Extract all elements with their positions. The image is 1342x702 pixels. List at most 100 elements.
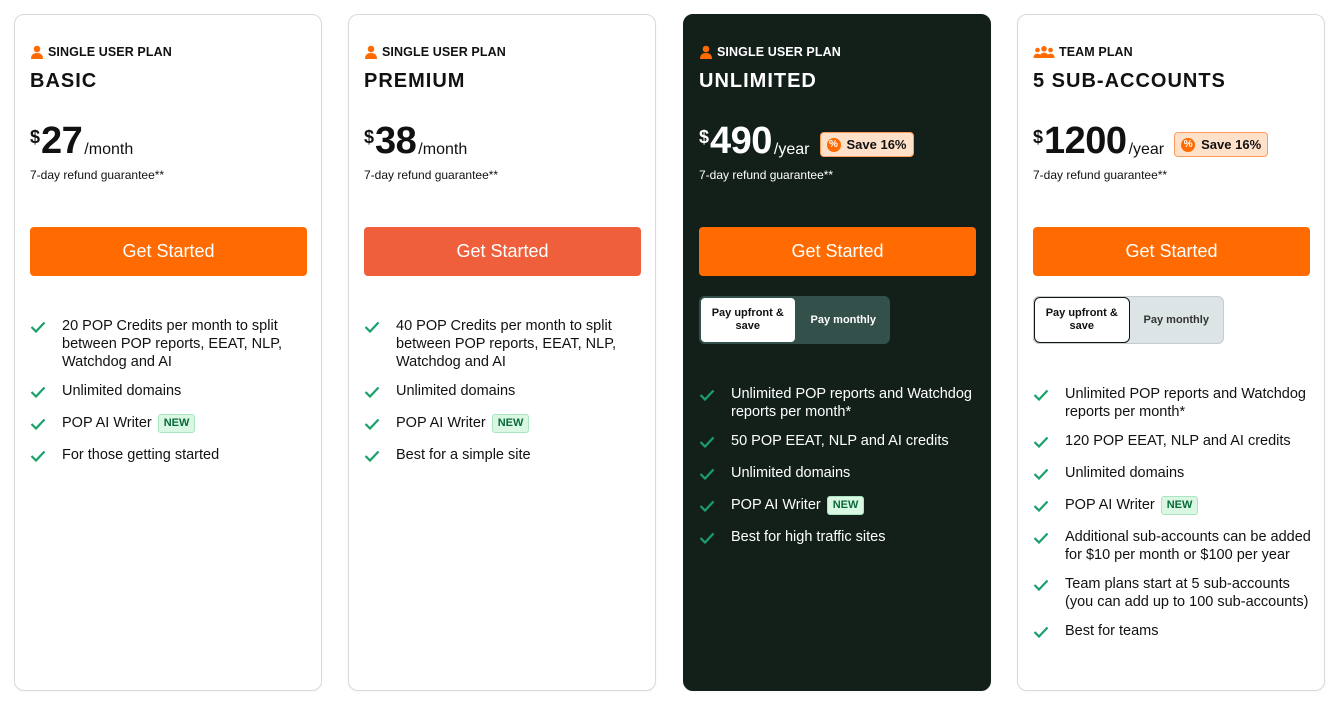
feature-text: Unlimited domains [1065, 465, 1185, 481]
feature-text: Additional sub-accounts can be added for… [1065, 529, 1311, 563]
feature-text: Unlimited POP reports and Watchdog repor… [1065, 386, 1306, 420]
price-period: /month [418, 141, 468, 158]
new-badge: NEW [1160, 496, 1199, 515]
new-badge: NEW [157, 414, 196, 433]
feature-list: Unlimited POP reports and Watchdog repor… [699, 385, 984, 560]
refund-note: 7-day refund guarantee** [699, 168, 834, 182]
get-started-button[interactable]: Get Started [364, 227, 641, 276]
user-icon [700, 45, 712, 59]
feature-text: POP AI Writer [1065, 497, 1155, 513]
plan-type: SINGLE USER PLAN [364, 45, 506, 59]
price-amount: 490 [710, 120, 772, 162]
price-period: /year [1128, 141, 1165, 158]
user-icon [365, 45, 377, 59]
check-icon [364, 385, 380, 403]
feature-list: 20 POP Credits per month to split betwee… [30, 317, 315, 478]
check-icon [699, 467, 715, 485]
feature-list: 40 POP Credits per month to split betwee… [364, 317, 649, 478]
feature-text: Best for teams [1065, 623, 1159, 639]
pay-upfront-option[interactable]: Pay upfront & save [1034, 297, 1130, 343]
feature-item: POP AI Writer NEW [30, 414, 315, 435]
plan-type: TEAM PLAN [1033, 45, 1133, 59]
feature-text: Best for a simple site [396, 447, 531, 463]
feature-text: POP AI Writer [731, 497, 821, 513]
feature-item: POP AI Writer NEW [699, 496, 984, 517]
feature-item: 120 POP EEAT, NLP and AI credits [1033, 432, 1318, 453]
price-amount: 1200 [1044, 120, 1127, 162]
price-period: /year [773, 141, 810, 158]
feature-item: 50 POP EEAT, NLP and AI credits [699, 432, 984, 453]
price: $ 1200 /year % Save 16% [1033, 119, 1269, 163]
plan-name: UNLIMITED [699, 70, 817, 92]
feature-item: POP AI Writer NEW [364, 414, 649, 435]
plan-name: PREMIUM [364, 70, 466, 92]
feature-text: Unlimited domains [62, 383, 182, 399]
percent-icon: % [1181, 137, 1196, 152]
get-started-button[interactable]: Get Started [699, 227, 976, 276]
feature-text: Unlimited POP reports and Watchdog repor… [731, 386, 972, 420]
feature-text: 20 POP Credits per month to split betwee… [62, 318, 283, 370]
price-currency: $ [364, 127, 375, 147]
get-started-button[interactable]: Get Started [30, 227, 307, 276]
feature-text: 120 POP EEAT, NLP and AI credits [1065, 433, 1291, 449]
feature-item: Unlimited domains [364, 382, 649, 403]
pay-upfront-option[interactable]: Pay upfront & save [699, 296, 797, 344]
feature-text: Team plans start at 5 sub-accounts (you … [1065, 576, 1309, 610]
check-icon [1033, 467, 1049, 485]
new-badge: NEW [491, 414, 530, 433]
check-icon [30, 385, 46, 403]
feature-item: Team plans start at 5 sub-accounts (you … [1033, 575, 1318, 611]
plan-type-label: SINGLE USER PLAN [382, 45, 506, 59]
pay-monthly-option[interactable]: Pay monthly [1130, 297, 1224, 343]
feature-item: Best for high traffic sites [699, 528, 984, 549]
feature-text: POP AI Writer [396, 415, 486, 431]
check-icon [30, 417, 46, 435]
percent-icon: % [826, 137, 841, 152]
plan-card-premium: SINGLE USER PLAN PREMIUM $ 38 /month 7-d… [348, 14, 656, 691]
check-icon [1033, 531, 1049, 549]
check-icon [1033, 499, 1049, 517]
check-icon [699, 388, 715, 406]
save-label: Save 16% [846, 137, 907, 152]
refund-note: 7-day refund guarantee** [1033, 168, 1168, 182]
pay-monthly-option[interactable]: Pay monthly [797, 296, 891, 344]
feature-item: 40 POP Credits per month to split betwee… [364, 317, 649, 371]
check-icon [1033, 578, 1049, 596]
plan-name: 5 SUB-ACCOUNTS [1033, 70, 1226, 92]
get-started-button[interactable]: Get Started [1033, 227, 1310, 276]
price-currency: $ [1033, 127, 1044, 147]
feature-item: Unlimited POP reports and Watchdog repor… [1033, 385, 1318, 421]
feature-text: POP AI Writer [62, 415, 152, 431]
plan-type-label: SINGLE USER PLAN [48, 45, 172, 59]
check-icon [699, 531, 715, 549]
price: $ 27 /month [30, 119, 133, 163]
plan-card-unlimited: SINGLE USER PLAN UNLIMITED $ 490 /year %… [683, 14, 991, 691]
feature-item: 20 POP Credits per month to split betwee… [30, 317, 315, 371]
check-icon [30, 320, 46, 338]
plan-type: SINGLE USER PLAN [30, 45, 172, 59]
save-badge: % Save 16% [819, 132, 914, 157]
feature-item: Unlimited POP reports and Watchdog repor… [699, 385, 984, 421]
feature-item: POP AI Writer NEW [1033, 496, 1318, 517]
team-icon [1033, 46, 1055, 58]
check-icon [1033, 388, 1049, 406]
feature-item: For those getting started [30, 446, 315, 467]
feature-text: Best for high traffic sites [731, 529, 886, 545]
new-badge: NEW [826, 496, 865, 515]
price-currency: $ [30, 127, 41, 147]
feature-list: Unlimited POP reports and Watchdog repor… [1033, 385, 1318, 654]
price-amount: 38 [375, 120, 417, 162]
feature-item: Best for teams [1033, 622, 1318, 643]
check-icon [364, 320, 380, 338]
plan-card-basic: SINGLE USER PLAN BASIC $ 27 /month 7-day… [14, 14, 322, 691]
refund-note: 7-day refund guarantee** [30, 168, 165, 182]
billing-toggle: Pay upfront & save Pay monthly [1033, 296, 1224, 344]
feature-item: Unlimited domains [30, 382, 315, 403]
feature-text: 40 POP Credits per month to split betwee… [396, 318, 617, 370]
user-icon [31, 45, 43, 59]
plan-type-label: TEAM PLAN [1059, 45, 1133, 59]
check-icon [699, 435, 715, 453]
feature-text: 50 POP EEAT, NLP and AI credits [731, 433, 949, 449]
check-icon [699, 499, 715, 517]
save-label: Save 16% [1201, 137, 1262, 152]
